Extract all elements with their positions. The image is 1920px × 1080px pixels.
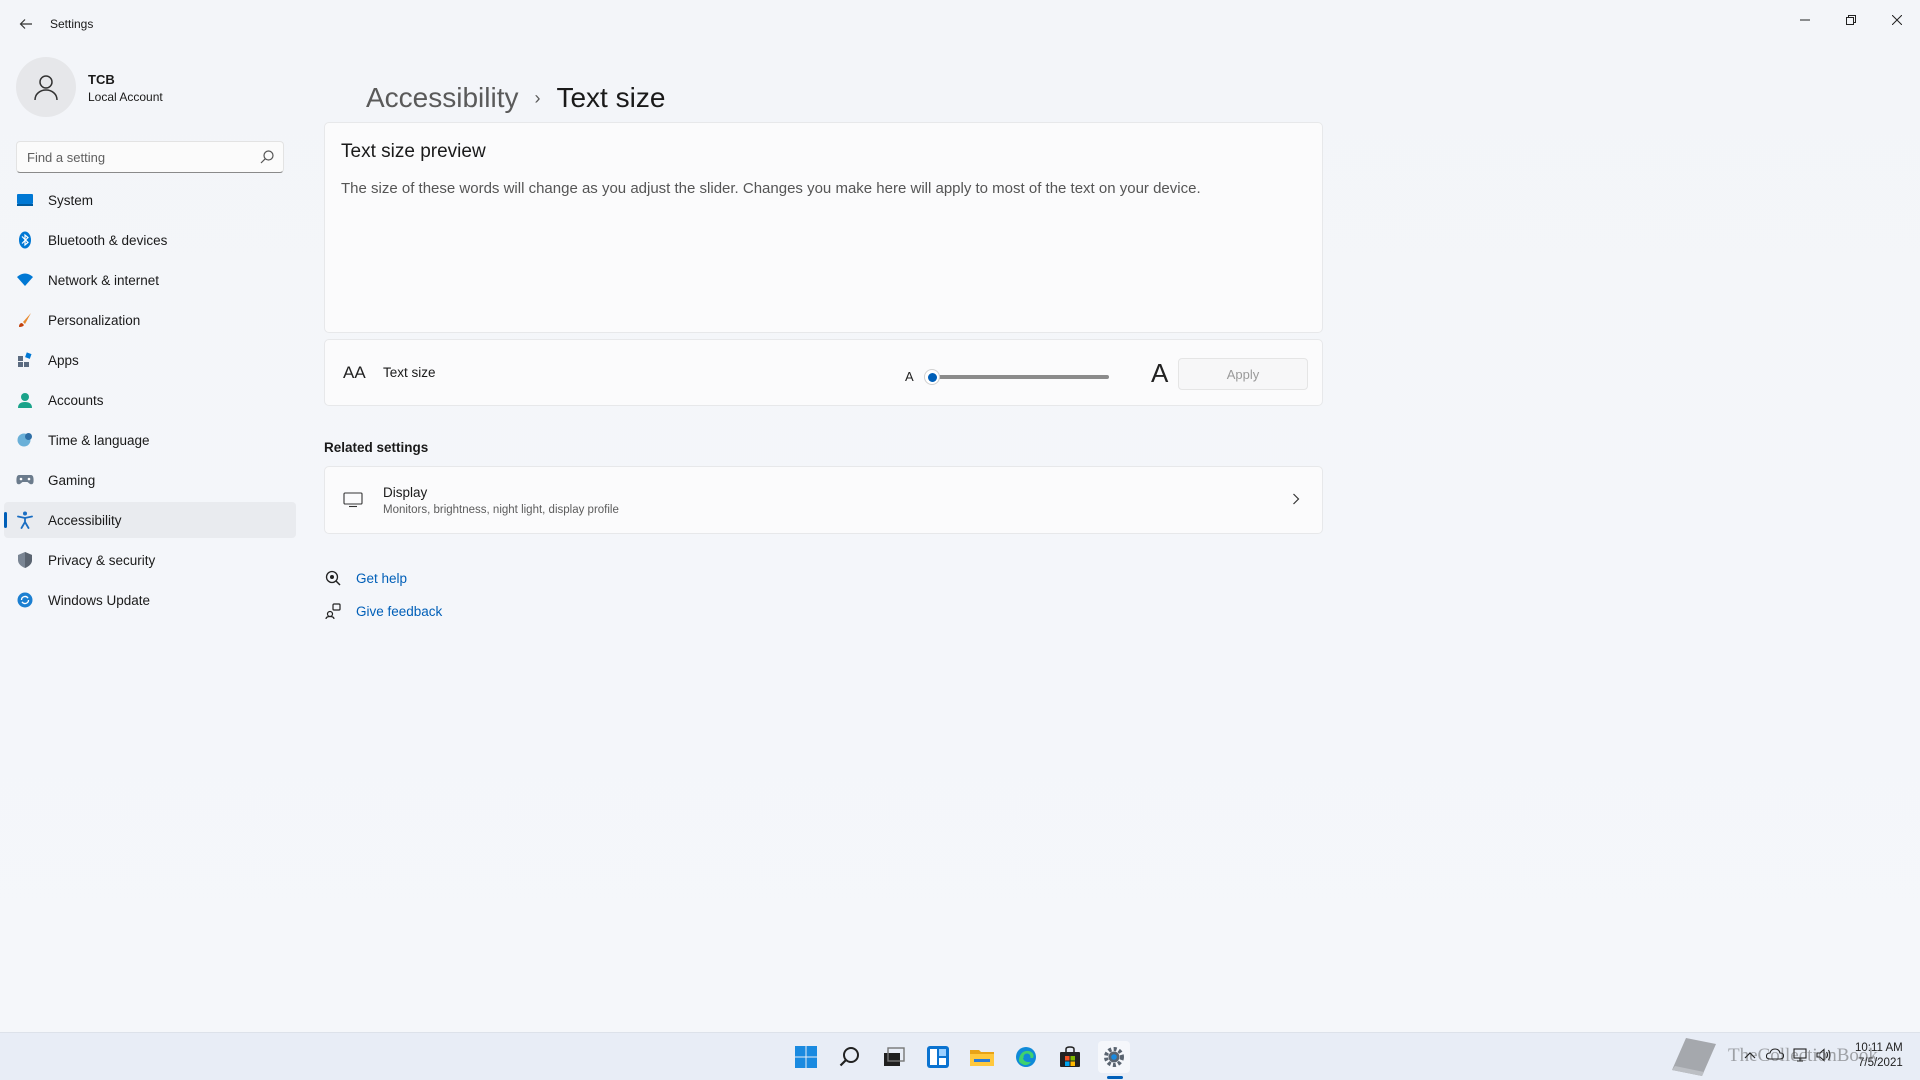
sidebar-item-label: Apps: [48, 353, 79, 368]
book-logo-icon: [1672, 1038, 1716, 1076]
sidebar-item-label: Privacy & security: [48, 553, 156, 568]
brush-icon: [16, 311, 34, 329]
sidebar-item-label: Personalization: [48, 313, 141, 328]
back-arrow-icon: [19, 19, 32, 29]
get-help-text: Get help: [356, 570, 408, 586]
system-icon: [16, 191, 34, 209]
update-icon: [16, 591, 34, 609]
user-avatar-icon: [34, 75, 58, 101]
app-title: Settings: [50, 17, 94, 31]
edge-icon[interactable]: [1010, 1041, 1042, 1073]
sidebar-item-gaming[interactable]: Gaming: [4, 462, 296, 498]
breadcrumb-parent[interactable]: Accessibility: [366, 82, 518, 114]
sidebar-item-accounts[interactable]: Accounts: [4, 382, 296, 418]
preview-text: The size of these words will change as y…: [341, 180, 1201, 197]
file-explorer-icon[interactable]: [966, 1041, 998, 1073]
text-size-icon: AA: [343, 363, 366, 382]
profile-account-type: Local Account: [88, 90, 163, 104]
active-app-indicator: [1107, 1076, 1123, 1079]
apps-icon: [16, 351, 34, 369]
monitor-icon: [343, 492, 363, 508]
restore-icon: [1846, 15, 1856, 25]
sidebar-nav: System Bluetooth & devices Network & int…: [4, 182, 296, 622]
restore-button[interactable]: [1828, 4, 1874, 36]
profile-name: TCB: [88, 72, 115, 87]
text-size-label: Text size: [383, 365, 436, 380]
sidebar-item-bluetooth[interactable]: Bluetooth & devices: [4, 222, 296, 258]
person-icon: [16, 391, 34, 409]
sidebar-item-windows-update[interactable]: Windows Update: [4, 582, 296, 618]
get-help-link[interactable]: Get help: [324, 567, 407, 589]
shield-icon: [16, 551, 34, 569]
slider-thumb[interactable]: [924, 369, 940, 385]
sidebar-item-time-language[interactable]: Time & language: [4, 422, 296, 458]
sidebar-item-accessibility[interactable]: Accessibility: [4, 502, 296, 538]
give-feedback-text: Give feedback: [356, 603, 443, 619]
chevron-right-icon: [1292, 492, 1300, 508]
gamepad-icon: [16, 471, 34, 489]
slider-min-glyph: A: [905, 369, 914, 384]
page-title: Text size: [556, 82, 666, 113]
sidebar-item-system[interactable]: System: [4, 182, 296, 218]
display-subtitle: Monitors, brightness, night light, displ…: [383, 504, 619, 516]
close-button[interactable]: [1874, 4, 1920, 36]
apply-button[interactable]: Apply: [1178, 358, 1308, 390]
sidebar-item-apps[interactable]: Apps: [4, 342, 296, 378]
sidebar-item-label: Network & internet: [48, 273, 160, 288]
search-box: [16, 141, 284, 173]
sidebar-item-label: Windows Update: [48, 593, 151, 608]
give-feedback-link[interactable]: Give feedback: [324, 600, 442, 622]
text-size-slider[interactable]: [924, 369, 1109, 385]
minimize-button[interactable]: [1782, 4, 1828, 36]
close-icon: [1892, 15, 1902, 25]
sidebar-item-label: Time & language: [48, 433, 150, 448]
sidebar-item-label: System: [48, 193, 94, 208]
sidebar-item-label: Bluetooth & devices: [48, 233, 168, 248]
sidebar-item-network[interactable]: Network & internet: [4, 262, 296, 298]
display-title: Display: [383, 485, 428, 500]
feedback-icon: [324, 602, 342, 620]
display-link-card[interactable]: Display Monitors, brightness, night ligh…: [324, 466, 1323, 534]
store-icon[interactable]: [1054, 1041, 1086, 1073]
globe-clock-icon: [16, 431, 34, 449]
widgets-icon[interactable]: [922, 1041, 954, 1073]
related-settings-heading: Related settings: [324, 440, 429, 455]
minimize-icon: [1800, 19, 1810, 21]
sidebar-item-personalization[interactable]: Personalization: [4, 302, 296, 338]
search-input[interactable]: [17, 142, 247, 172]
watermark: TheCollectionBook: [1668, 1032, 1878, 1080]
sidebar-item-label: Accounts: [48, 393, 104, 408]
slider-max-glyph: A: [1151, 358, 1169, 388]
avatar: [16, 57, 76, 117]
preview-title: Text size preview: [341, 141, 486, 162]
get-help-icon: [324, 569, 342, 587]
breadcrumb: Accessibility › Text size: [366, 78, 665, 118]
breadcrumb-separator-icon: ›: [534, 87, 541, 108]
back-button[interactable]: [14, 12, 38, 36]
sidebar-item-privacy-security[interactable]: Privacy & security: [4, 542, 296, 578]
accessibility-icon: [16, 511, 34, 529]
sidebar-item-label: Accessibility: [48, 513, 122, 528]
search-icon[interactable]: [834, 1041, 866, 1073]
text-size-preview-card: Text size preview The size of these word…: [324, 122, 1323, 333]
task-view-icon[interactable]: [878, 1041, 910, 1073]
title-bar: Settings: [0, 0, 1920, 48]
search-icon[interactable]: [259, 149, 275, 165]
watermark-text: TheCollectionBook: [1728, 1045, 1878, 1066]
text-size-setting-card: AA Text size A A Apply: [324, 339, 1323, 406]
sidebar-item-label: Gaming: [48, 473, 96, 488]
settings-window: Settings TCB Local Account System Blueto…: [0, 0, 1920, 1032]
user-profile[interactable]: TCB Local Account: [16, 57, 276, 117]
wifi-icon: [16, 271, 34, 289]
settings-icon[interactable]: [1098, 1041, 1130, 1073]
start-icon[interactable]: [790, 1041, 822, 1073]
bluetooth-icon: [16, 231, 34, 249]
taskbar: 10:11 AM 7/5/2021: [0, 1032, 1920, 1080]
